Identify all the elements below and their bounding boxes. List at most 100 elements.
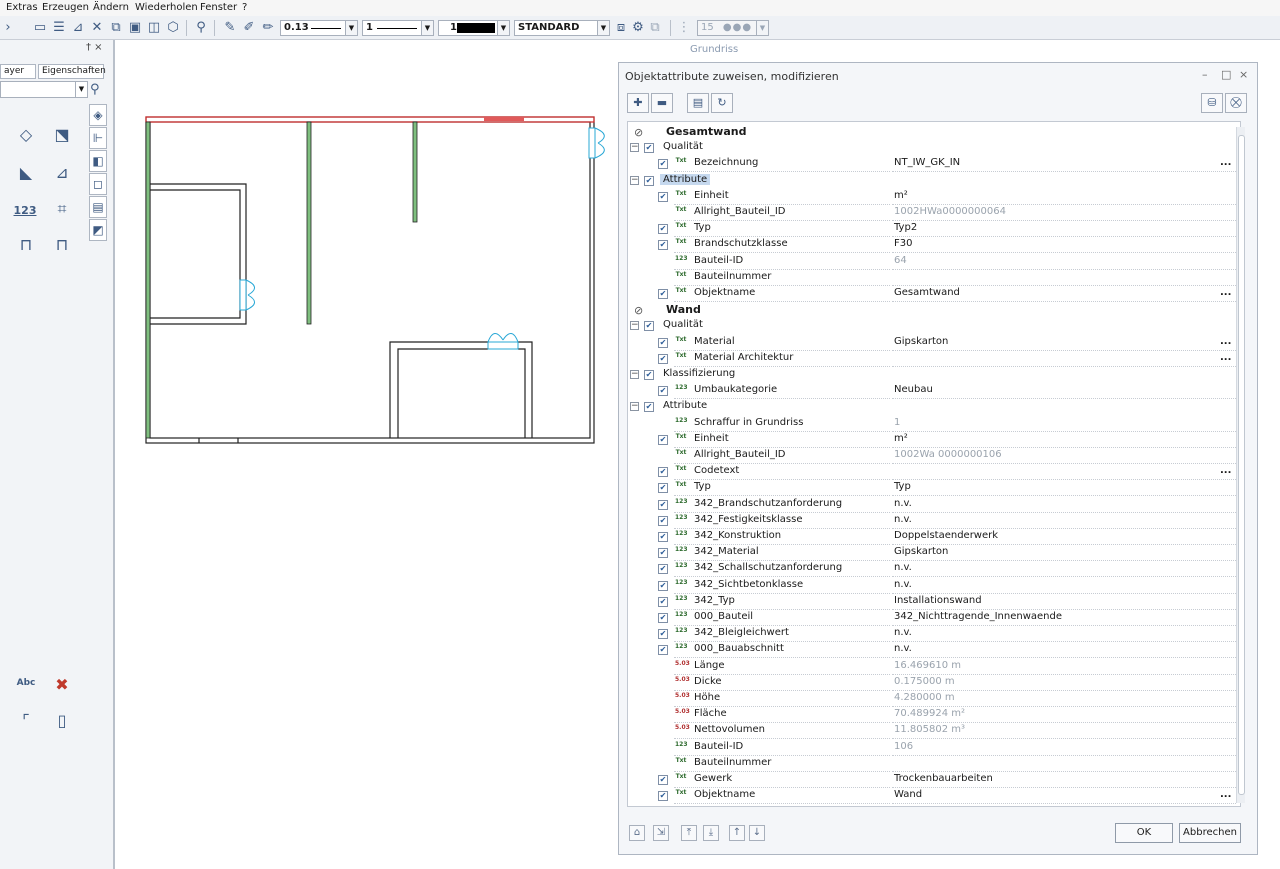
remove-attribute-button[interactable]: ▬ xyxy=(651,93,673,113)
ellipsis-button[interactable]: ... xyxy=(1220,352,1231,363)
stairs-tool-icon[interactable]: ⊿ xyxy=(52,164,72,182)
move-top-button[interactable]: ⤒ xyxy=(681,825,697,841)
attribute-row[interactable]: 123 Bauteil-ID 106 xyxy=(628,740,1240,756)
wall-corner-icon[interactable]: ⬔ xyxy=(52,126,72,144)
value-cell[interactable] xyxy=(892,788,1236,805)
attribute-row[interactable]: Txt Bauteilnummer xyxy=(628,756,1240,772)
open-folder-button[interactable]: ⌂ xyxy=(629,825,645,841)
value-cell[interactable] xyxy=(892,432,1236,448)
tab-eigenschaften[interactable]: Eigenschaften xyxy=(38,64,106,79)
value-cell[interactable] xyxy=(892,578,1236,594)
floor-plan-drawing[interactable] xyxy=(120,40,610,460)
palette-tool-icon[interactable]: ⊩ xyxy=(89,127,107,149)
attribute-row[interactable]: ✔ 123 342_Festigkeitsklasse n.v. xyxy=(628,513,1240,529)
attribute-value[interactable]: n.v. xyxy=(894,627,912,638)
section-header[interactable]: ⊘ Gesamtwand xyxy=(628,124,1240,140)
spellcheck-abc-icon[interactable]: Abc xyxy=(14,674,38,692)
value-cell[interactable] xyxy=(892,221,1236,238)
delete-number-icon[interactable]: ✖ xyxy=(52,676,72,694)
attribute-value[interactable]: Doppelstaenderwerk xyxy=(894,530,998,541)
group-row[interactable]: − ✔ Klassifizierung xyxy=(628,367,1240,383)
ellipsis-button[interactable]: ... xyxy=(1220,789,1231,800)
attribute-row[interactable]: 123 Bauteil-ID 64 xyxy=(628,254,1240,270)
attribute-row[interactable]: ✔ 123 Umbaukategorie Neubau xyxy=(628,383,1240,400)
pen-thickness-select[interactable]: 0.13 ▼ xyxy=(280,20,358,36)
attribute-checkbox[interactable]: ✔ xyxy=(658,337,668,348)
attribute-checkbox[interactable]: ✔ xyxy=(658,775,668,785)
brush-icon[interactable]: ✐ xyxy=(241,20,257,36)
menu-extras[interactable]: Extras xyxy=(6,2,38,13)
attribute-checkbox[interactable]: ✔ xyxy=(658,386,668,397)
attribute-row[interactable]: ✔ Txt Codetext... xyxy=(628,464,1240,481)
attribute-row[interactable]: ✔ Txt Objektname Gesamtwand... xyxy=(628,286,1240,302)
wall-icon[interactable]: ◇ xyxy=(16,126,36,144)
attribute-value[interactable]: m² xyxy=(894,190,908,201)
menu-aendern[interactable]: Ändern xyxy=(93,2,129,13)
value-cell[interactable] xyxy=(892,464,1236,481)
menu-wiederholen[interactable]: Wiederholen xyxy=(135,2,198,13)
attribute-value[interactable]: Installationswand xyxy=(894,595,982,606)
attribute-value[interactable]: n.v. xyxy=(894,579,912,590)
attribute-row[interactable]: ✔ Txt Material Gipskarton... xyxy=(628,335,1240,351)
attribute-checkbox[interactable]: ✔ xyxy=(658,580,668,591)
attribute-row[interactable]: Txt Allright_Bauteil_ID 1002Wa 0000000106 xyxy=(628,448,1240,464)
palette-tool-icon[interactable]: ◧ xyxy=(89,150,107,172)
attribute-refresh-button[interactable]: ↻ xyxy=(711,93,733,113)
attribute-row[interactable]: ✔ Txt Brandschutzklasse F30 xyxy=(628,237,1240,254)
attribute-checkbox[interactable]: ✔ xyxy=(658,483,668,494)
ellipsis-button[interactable]: ... xyxy=(1220,287,1231,298)
attribute-checkbox[interactable]: ✔ xyxy=(658,289,668,299)
attribute-checkbox[interactable]: ✔ xyxy=(658,515,668,526)
minimize-icon[interactable]: – xyxy=(1202,68,1208,81)
attribute-value[interactable]: Trockenbauarbeiten xyxy=(894,773,993,784)
attribute-row[interactable]: ✔ Txt Objektname Wand... xyxy=(628,788,1240,805)
attribute-list-button[interactable]: ▤ xyxy=(687,93,709,113)
attribute-value[interactable]: n.v. xyxy=(894,514,912,525)
attribute-tool-icon[interactable]: ▯ xyxy=(52,712,72,730)
group-checkbox[interactable]: ✔ xyxy=(644,143,654,154)
measure-icon[interactable]: ▭ xyxy=(32,20,48,36)
attribute-row[interactable]: ✔ Txt Typ Typ2 xyxy=(628,221,1240,238)
attribute-row[interactable]: 5.03 Fläche 70.489924 m² xyxy=(628,707,1240,724)
layer-visibility-icon[interactable]: ⧉ xyxy=(647,20,663,36)
attribute-checkbox[interactable]: ✔ xyxy=(658,467,668,478)
attribute-value[interactable]: F30 xyxy=(894,238,912,249)
scrollbar-thumb[interactable] xyxy=(1238,135,1245,795)
delete-attributes-button[interactable]: ⛒ xyxy=(1225,93,1247,113)
attribute-value[interactable]: n.v. xyxy=(894,643,912,654)
color-select[interactable]: 1 ▼ xyxy=(438,20,510,36)
attribute-checkbox[interactable]: ✔ xyxy=(658,353,668,364)
tab-layer[interactable]: ayer xyxy=(0,64,36,79)
cancel-button[interactable]: Abbrechen xyxy=(1179,823,1241,843)
value-cell[interactable] xyxy=(892,561,1236,578)
attribute-row[interactable]: ✔ 123 342_Sichtbetonklasse n.v. xyxy=(628,578,1240,594)
pen-icon[interactable]: ✎ xyxy=(222,20,238,36)
attribute-value[interactable]: Typ2 xyxy=(894,222,917,233)
search-icon[interactable]: ⚲ xyxy=(90,82,100,97)
attribute-value[interactable]: 342_Nichttragende_Innenwaende xyxy=(894,611,1062,622)
layer-filter-icon[interactable]: ⚙ xyxy=(630,20,646,36)
attribute-checkbox[interactable]: ✔ xyxy=(658,434,668,445)
attribute-checkbox[interactable]: ✔ xyxy=(658,548,668,559)
group-row[interactable]: − ✔ Attribute xyxy=(628,173,1240,189)
menu-fenster[interactable]: Fenster xyxy=(200,2,237,13)
attribute-checkbox[interactable]: ✔ xyxy=(658,191,668,202)
attribute-row[interactable]: ✔ 123 342_Schallschutzanforderung n.v. xyxy=(628,561,1240,578)
attribute-checkbox[interactable]: ✔ xyxy=(658,499,668,510)
value-cell[interactable] xyxy=(892,756,1236,772)
value-cell[interactable] xyxy=(892,626,1236,643)
zoom-icon[interactable]: ⚲ xyxy=(193,20,209,36)
attribute-row[interactable]: ✔ 123 342_Material Gipskarton xyxy=(628,545,1240,562)
value-cell[interactable] xyxy=(892,237,1236,254)
view-icon[interactable]: ◫ xyxy=(146,20,162,36)
attribute-row[interactable]: 5.03 Nettovolumen 11.805802 m³ xyxy=(628,723,1240,740)
attribute-row[interactable]: 5.03 Dicke 0.175000 m xyxy=(628,675,1240,691)
layer-select[interactable]: STANDARD ▼ xyxy=(514,20,610,36)
attribute-value[interactable]: Gipskarton xyxy=(894,546,948,557)
attribute-value[interactable]: NT_IW_GK_IN xyxy=(894,157,960,168)
value-cell[interactable] xyxy=(892,497,1236,513)
attribute-row[interactable]: ✔ Txt Einheit m² xyxy=(628,189,1240,205)
attribute-row[interactable]: ✔ Txt Gewerk Trockenbauarbeiten xyxy=(628,772,1240,788)
palette-select[interactable]: ▼ xyxy=(0,81,88,98)
value-cell[interactable] xyxy=(892,351,1236,367)
